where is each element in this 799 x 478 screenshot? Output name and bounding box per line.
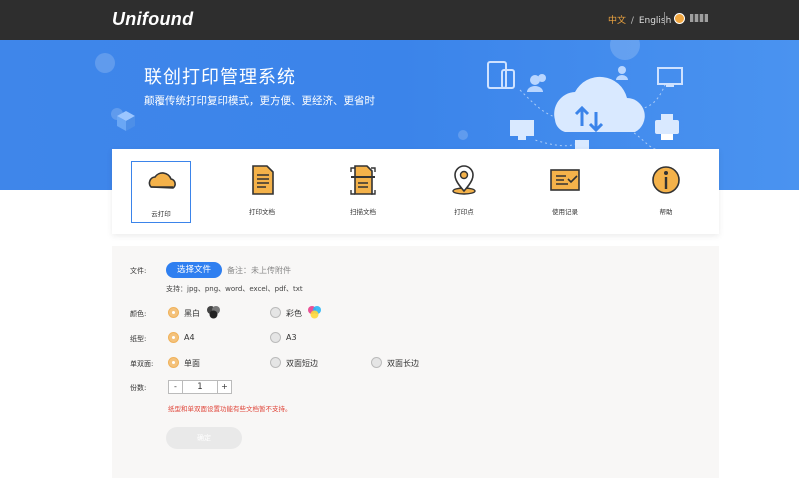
- color-bw-label: 黑白: [184, 309, 200, 318]
- lang-english-link[interactable]: English: [639, 16, 672, 26]
- banner-subtitle: 颠覆传统打印复印模式，更方便、更经济、更省时: [144, 95, 375, 107]
- color-bw-radio[interactable]: [168, 307, 179, 318]
- nav-scan-document[interactable]: 扫描文档: [333, 160, 393, 222]
- cube-icon: [117, 111, 135, 131]
- nav-print-location[interactable]: 打印点: [434, 160, 494, 222]
- color-label: 颜色:: [130, 310, 147, 318]
- paper-a3-label: A3: [286, 333, 297, 342]
- nav-label: 打印文档: [249, 208, 275, 216]
- cloud-devices-illustration: [487, 61, 683, 158]
- banner-title: 联创打印管理系统: [144, 67, 296, 88]
- nav-label: 帮助: [659, 208, 673, 216]
- location-pin-icon: [452, 165, 476, 195]
- upload-note: 备注：未上传附件: [227, 266, 291, 275]
- copies-stepper: - +: [168, 380, 232, 394]
- function-nav: 云打印 打印文档 扫描文档 打印点 使用记录 帮助: [112, 149, 719, 234]
- supported-formats: 支持：jpg、png、word、excel、pdf、txt: [166, 285, 303, 293]
- document-icon: [252, 165, 274, 195]
- copies-input[interactable]: [184, 381, 216, 393]
- nav-help[interactable]: 帮助: [636, 160, 696, 222]
- cloud-print-icon: [148, 172, 176, 189]
- nav-label: 云打印: [151, 210, 171, 218]
- duplex-short-edge-radio[interactable]: [270, 357, 281, 368]
- black-white-icon: [207, 306, 220, 319]
- paper-a3-radio[interactable]: [270, 332, 281, 343]
- username-obscured[interactable]: [690, 14, 708, 22]
- file-label: 文件:: [130, 267, 147, 275]
- nav-label: 扫描文档: [350, 208, 376, 216]
- color-icon: [308, 306, 321, 319]
- duplex-long-edge-label: 双面长边: [387, 359, 419, 368]
- nav-label: 打印点: [454, 208, 474, 216]
- decor-bubble: [95, 53, 115, 73]
- usage-record-icon: [550, 169, 580, 191]
- help-icon: [652, 166, 680, 194]
- paper-a4-radio[interactable]: [168, 332, 179, 343]
- unifound-logo[interactable]: Unifound: [112, 9, 193, 30]
- duplex-short-edge-label: 双面短边: [286, 359, 318, 368]
- decor-bubble: [458, 130, 468, 140]
- nav-print-document[interactable]: 打印文档: [232, 160, 292, 222]
- nav-usage-record[interactable]: 使用记录: [535, 160, 595, 222]
- compatibility-warning: 纸型和单双面设置功能有些文档暂不支持。: [168, 405, 292, 413]
- copies-increment-button[interactable]: +: [217, 381, 231, 393]
- scan-document-icon: [350, 165, 376, 195]
- nav-cloud-print[interactable]: 云打印: [131, 161, 191, 223]
- lang-chinese-link[interactable]: 中文: [608, 16, 626, 26]
- color-color-label: 彩色: [286, 309, 302, 318]
- copies-decrement-button[interactable]: -: [169, 381, 183, 393]
- paper-label: 纸型:: [130, 335, 147, 343]
- nav-label: 使用记录: [552, 208, 578, 216]
- duplex-label: 单双面:: [130, 360, 154, 368]
- duplex-single-radio[interactable]: [168, 357, 179, 368]
- duplex-long-edge-radio[interactable]: [371, 357, 382, 368]
- lang-separator: /: [630, 16, 634, 26]
- language-switcher: 中文 / English: [608, 13, 671, 26]
- duplex-single-label: 单面: [184, 359, 200, 368]
- copies-label: 份数:: [130, 384, 147, 392]
- top-bar: Unifound 中文 / English: [0, 0, 799, 40]
- user-avatar-icon[interactable]: [674, 13, 685, 24]
- confirm-button[interactable]: 确定: [166, 427, 242, 449]
- divider: [664, 12, 665, 25]
- color-color-radio[interactable]: [270, 307, 281, 318]
- paper-a4-label: A4: [184, 333, 195, 342]
- choose-file-button[interactable]: 选择文件: [166, 262, 222, 278]
